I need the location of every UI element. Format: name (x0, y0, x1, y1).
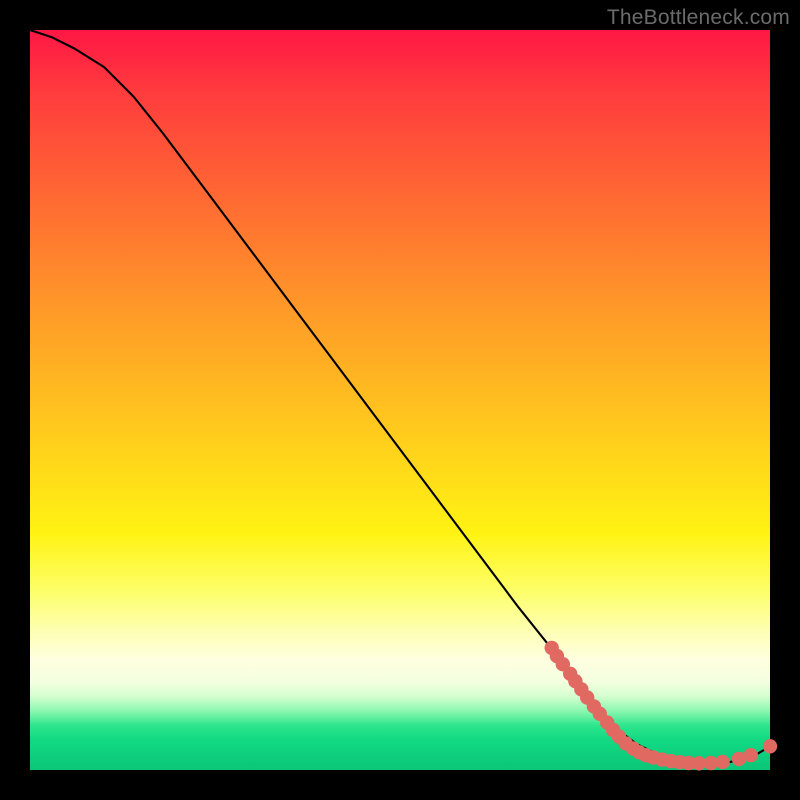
watermark-text: TheBottleneck.com (607, 6, 790, 30)
chart-stage: TheBottleneck.com (0, 0, 800, 800)
data-point (744, 748, 758, 762)
data-point (715, 755, 729, 769)
data-point (763, 739, 777, 753)
dot-cluster (545, 641, 778, 771)
bottleneck-curve (30, 30, 770, 763)
chart-overlay (30, 30, 770, 770)
